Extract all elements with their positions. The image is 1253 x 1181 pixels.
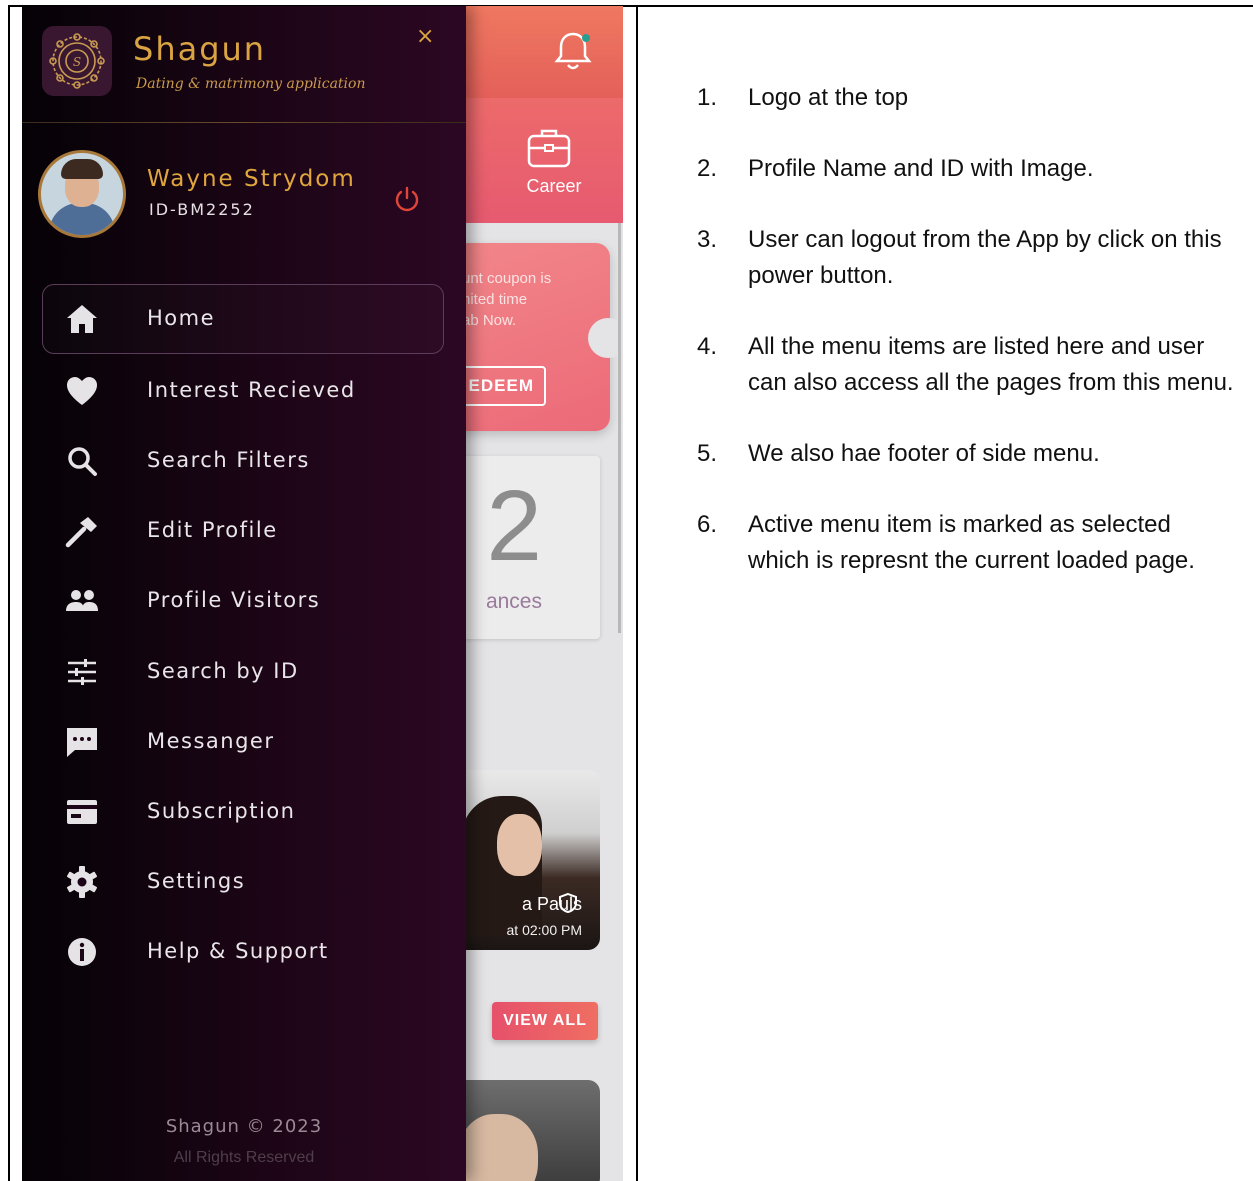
power-icon[interactable]	[392, 184, 422, 214]
app-logo: S	[42, 26, 112, 96]
sliders-icon	[68, 659, 96, 685]
hammer-icon	[65, 517, 97, 548]
photo-face-2	[458, 1114, 538, 1181]
note-text: Profile Name and ID with Image.	[748, 155, 1094, 182]
card-icon	[67, 800, 97, 824]
phone-screenshot: Career unt coupon is nited time ab Now. …	[22, 6, 623, 1181]
menu-label-interest-recieved: Interest Recieved	[147, 378, 356, 402]
note-item: 5. We also hae footer of side menu.	[697, 436, 1237, 472]
info-icon	[68, 938, 96, 966]
side-drawer: S Shagun Dating & matrimony application …	[22, 6, 466, 1181]
notification-bell-icon[interactable]	[550, 28, 596, 74]
menu-label-edit-profile: Edit Profile	[147, 518, 278, 542]
people-icon	[66, 590, 98, 611]
note-number: 1.	[697, 84, 718, 111]
scrollbar[interactable]	[618, 223, 621, 633]
photo-face	[497, 814, 542, 876]
menu-label-help-support: Help & Support	[147, 939, 329, 963]
profile-card-time: at 02:00 PM	[506, 922, 583, 938]
avatar[interactable]	[38, 150, 126, 238]
coupon-line: nited time	[462, 291, 528, 308]
chat-icon	[67, 728, 97, 757]
heart-icon	[67, 377, 97, 405]
coupon-line: unt coupon is	[462, 270, 552, 287]
note-text: Active menu item is marked as selected w…	[748, 511, 1195, 574]
search-icon	[68, 447, 97, 476]
home-icon	[67, 305, 97, 333]
app-title: Shagun	[133, 30, 267, 68]
profile-name: Wayne Strydom	[147, 166, 356, 192]
app-tagline: Dating & matrimony application	[136, 76, 366, 92]
note-text: Logo at the top	[748, 84, 909, 111]
note-item: 3. User can logout from the App by click…	[697, 222, 1237, 294]
profile-id: ID-BM2252	[149, 200, 255, 219]
footer-copyright: Shagun © 2023	[165, 1116, 323, 1137]
career-label[interactable]: Career	[514, 176, 594, 197]
note-number: 4.	[697, 333, 718, 360]
note-number: 6.	[697, 511, 718, 538]
menu-label-settings: Settings	[147, 869, 246, 893]
menu-label-profile-visitors: Profile Visitors	[147, 588, 321, 612]
note-text: User can logout from the App by click on…	[748, 226, 1222, 289]
table-border-middle	[636, 6, 638, 1181]
briefcase-icon[interactable]	[525, 126, 573, 170]
header-divider	[22, 122, 466, 123]
note-item: 6. Active menu item is marked as selecte…	[697, 507, 1237, 579]
shield-icon	[559, 892, 577, 914]
note-text: We also hae footer of side menu.	[748, 440, 1100, 467]
note-number: 5.	[697, 440, 718, 467]
avatar-hair	[61, 159, 103, 179]
gear-icon	[67, 866, 97, 898]
mandala-logo-icon: S	[49, 33, 105, 89]
menu-label-messanger: Messanger	[147, 729, 275, 753]
note-item: 4. All the menu items are listed here an…	[697, 329, 1237, 401]
svg-text:S: S	[73, 55, 81, 69]
menu-label-search-by-id: Search by ID	[147, 659, 299, 683]
footer-rights: All Rights Reserved	[173, 1149, 315, 1166]
table-border-left	[8, 6, 10, 1181]
note-item: 1. Logo at the top	[697, 80, 1237, 116]
notes-list: 1. Logo at the top 2. Profile Name and I…	[697, 80, 1237, 614]
view-all-button[interactable]: VIEW ALL	[492, 1002, 598, 1040]
note-number: 2.	[697, 155, 718, 182]
note-item: 2. Profile Name and ID with Image.	[697, 151, 1237, 187]
menu-label-search-filters: Search Filters	[147, 448, 310, 472]
close-icon[interactable]: ×	[416, 24, 434, 49]
coupon-text: unt coupon is nited time ab Now.	[462, 268, 602, 331]
menu-label-home: Home	[147, 306, 216, 330]
coupon-line: ab Now.	[462, 312, 517, 329]
avatar-shirt	[49, 203, 115, 235]
menu-label-subscription: Subscription	[147, 799, 296, 823]
note-text: All the menu items are listed here and u…	[748, 333, 1234, 396]
menu-item-home[interactable]	[42, 284, 444, 354]
note-number: 3.	[697, 226, 718, 253]
